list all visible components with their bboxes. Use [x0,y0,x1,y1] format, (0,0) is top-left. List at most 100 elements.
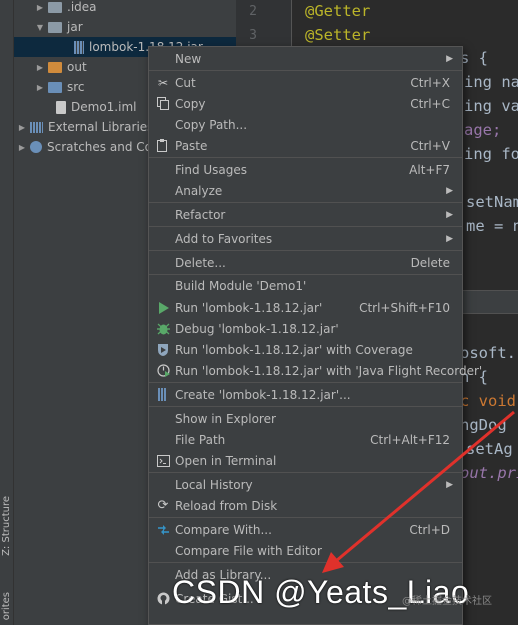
menu-separator [149,517,462,518]
code-fragment: out.pri [460,464,518,482]
menu-item-open-in-terminal[interactable]: Open in Terminal [149,450,462,471]
menu-item-run[interactable]: Run 'lombok-1.18.12.jar' Ctrl+Shift+F10 [149,297,462,318]
menu-item-label: Debug 'lombok-1.18.12.jar' [175,321,339,336]
menu-item-label: Run 'lombok-1.18.12.jar' with 'Java Flig… [175,363,483,378]
menu-item-new[interactable]: New ▶ [149,48,462,69]
line-number: 2 [249,4,257,19]
library-icon [30,121,43,133]
tree-item-label: External Libraries [48,120,154,134]
structure-tab[interactable]: Z: Structure [1,496,12,556]
favorites-tab[interactable]: orites [1,592,12,620]
menu-item-shortcut: Ctrl+V [410,138,450,153]
code-fragment: ing nam [464,73,518,91]
github-icon [155,591,171,607]
debug-icon [155,321,171,337]
menu-item-delete[interactable]: Delete... Delete [149,252,462,273]
menu-item-file-path[interactable]: File Path Ctrl+Alt+F12 [149,429,462,450]
terminal-icon [155,453,171,469]
menu-item-label: Analyze [175,183,223,198]
code-fragment: c void [460,392,516,410]
menu-item-label: Delete... [175,255,226,270]
menu-item-shortcut: Ctrl+Alt+F12 [370,432,450,447]
menu-item-label: Local History [175,477,253,492]
menu-item-label: Copy [175,96,206,111]
menu-item-compare-with[interactable]: Compare With... Ctrl+D [149,519,462,540]
iml-file-icon [56,100,66,114]
folder-icon [48,21,62,33]
menu-item-run-with-jfr[interactable]: Run 'lombok-1.18.12.jar' with 'Java Flig… [149,360,482,381]
chevron-right-icon[interactable]: ▶ [34,83,46,92]
tree-item-label: Demo1.iml [71,100,137,114]
menu-item-label: File Path [175,432,226,447]
submenu-arrow-icon: ▶ [446,479,453,490]
code-fragment: osoft. [460,344,516,362]
code-fragment: s { [460,49,488,67]
submenu-arrow-icon: ▶ [446,185,453,196]
reload-icon: ⟳ [157,498,169,513]
chevron-down-icon[interactable]: ▼ [34,23,46,32]
code-fragment: me = na [466,217,518,235]
menu-item-add-to-favorites[interactable]: Add to Favorites ▶ [149,228,462,249]
folder-icon [48,1,62,13]
menu-item-refactor[interactable]: Refactor ▶ [149,204,462,225]
menu-item-label: Build Module 'Demo1' [175,278,307,293]
menu-item-reload-from-disk[interactable]: ⟳ Reload from Disk [149,495,462,516]
tree-item-label: out [67,60,87,74]
menu-item-shortcut: Ctrl+X [410,75,450,90]
chevron-right-icon[interactable]: ▶ [16,123,28,132]
menu-item-find-usages[interactable]: Find Usages Alt+F7 [149,159,462,180]
menu-item-label: Refactor [175,207,226,222]
menu-separator [149,157,462,158]
menu-item-create-config[interactable]: Create 'lombok-1.18.12.jar'... [149,384,462,405]
code-fragment: age; [464,121,502,139]
menu-separator [149,406,462,407]
menu-item-label: New [175,51,202,66]
code-fragment: setAg [466,440,513,458]
code-fragment: setNam [466,193,518,211]
jar-config-icon [155,387,171,403]
menu-item-shortcut: Ctrl+C [410,96,450,111]
menu-item-analyze[interactable]: Analyze ▶ [149,180,462,201]
code-fragment: ing foo [464,145,518,163]
folder-icon [48,81,62,93]
menu-item-show-in-explorer[interactable]: Show in Explorer [149,408,462,429]
chevron-right-icon[interactable]: ▶ [16,143,28,152]
menu-item-copy[interactable]: Copy Ctrl+C [149,93,462,114]
run-icon [155,300,171,316]
chevron-right-icon[interactable]: ▶ [34,3,46,12]
menu-item-run-with-coverage[interactable]: Run 'lombok-1.18.12.jar' with Coverage [149,339,462,360]
jar-icon [74,40,84,54]
menu-separator [149,226,462,227]
coverage-icon [155,342,171,358]
menu-item-debug[interactable]: Debug 'lombok-1.18.12.jar' [149,318,462,339]
code-fragment: ing val [464,97,518,115]
scissors-icon: ✂ [157,75,169,90]
menu-item-build-module[interactable]: Build Module 'Demo1' [149,275,462,296]
menu-separator [149,70,462,71]
menu-separator [149,562,462,563]
menu-item-label: Find Usages [175,162,248,177]
submenu-arrow-icon: ▶ [446,53,453,64]
menu-item-label: Cut [175,75,196,90]
paste-icon [155,138,171,154]
chevron-right-icon[interactable]: ▶ [34,63,46,72]
menu-item-shortcut: Ctrl+D [409,522,450,537]
menu-item-paste[interactable]: Paste Ctrl+V [149,135,462,156]
code-fragment: ngDog [460,416,507,434]
menu-item-label: Compare With... [175,522,272,537]
menu-item-label: Show in Explorer [175,411,276,426]
tree-item-jar[interactable]: ▼ jar [14,17,236,37]
menu-separator [149,382,462,383]
menu-item-shortcut: Ctrl+Shift+F10 [359,300,450,315]
submenu-arrow-icon: ▶ [446,209,453,220]
tree-item-label: .idea [67,0,97,14]
left-tool-strip: Z: Structure orites [0,0,14,625]
menu-item-local-history[interactable]: Local History ▶ [149,474,462,495]
menu-item-label: Create 'lombok-1.18.12.jar'... [175,387,351,402]
line-number: 3 [249,28,257,43]
submenu-arrow-icon: ▶ [446,233,453,244]
menu-item-cut[interactable]: ✂ Cut Ctrl+X [149,72,462,93]
menu-item-compare-file-with-editor[interactable]: Compare File with Editor [149,540,462,561]
menu-item-copy-path[interactable]: Copy Path... [149,114,462,135]
tree-item-idea[interactable]: ▶ .idea [14,0,236,17]
